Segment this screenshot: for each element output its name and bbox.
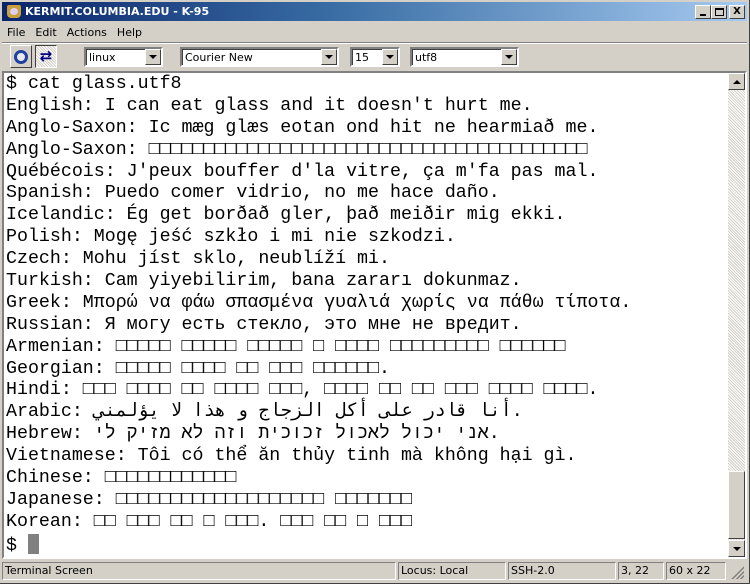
arrow-up-icon <box>732 79 741 84</box>
chevron-down-icon <box>505 55 513 59</box>
terminal-line: Spanish: Puedo comer vidrio, no me hace … <box>6 183 500 204</box>
font-size-select[interactable]: 15 <box>350 47 400 67</box>
connect-toggle-button[interactable]: ⇄ <box>35 45 57 68</box>
terminal-line: Japanese: □□□□□□□□□□□□□□□□□□□ □□□□□□□ <box>6 489 412 510</box>
terminal-line: Anglo-Saxon: □□□□□□□□□□□□□□□□□□□□□□□□□□□… <box>6 139 588 160</box>
font-select[interactable]: Courier New <box>180 47 339 67</box>
minimize-button[interactable] <box>695 4 711 19</box>
terminal-line: Czech: Mohu jíst sklo, neublíží mi. <box>6 249 390 270</box>
settings-button[interactable] <box>10 45 32 68</box>
resize-grip-icon[interactable] <box>730 565 744 579</box>
terminal-line: Chinese: □□□□□□□□□□□□ <box>6 468 237 489</box>
window-title: KERMIT.COLUMBIA.EDU - K-95 <box>25 5 210 18</box>
terminal-line: English: I can eat glass and it doesn't … <box>6 95 533 116</box>
charset-dropdown-button[interactable] <box>501 49 517 65</box>
status-cursor-position: 3, 22 <box>618 562 664 580</box>
chevron-down-icon <box>149 55 157 59</box>
font-dropdown-button[interactable] <box>321 49 337 65</box>
title-bar[interactable]: KERMIT.COLUMBIA.EDU - K-95 X <box>2 2 747 21</box>
crown-icon[interactable] <box>6 4 22 19</box>
maximize-icon <box>714 7 724 16</box>
terminal-line: Turkish: Cam yiyebilirim, bana zararı do… <box>6 271 522 292</box>
terminal-screen[interactable]: $ cat glass.utf8 English: I can eat glas… <box>4 73 728 557</box>
charset-select[interactable]: utf8 <box>410 47 519 67</box>
terminal-line: Arabic: أنا قادر على أكل الزجاج و هذا لا… <box>6 402 523 423</box>
app-window: KERMIT.COLUMBIA.EDU - K-95 X File Edit A… <box>0 0 750 584</box>
status-locus: Locus: Local <box>398 562 506 580</box>
window-controls: X <box>695 4 745 19</box>
terminal-line: Québécois: J'peux bouffer d'la vitre, ça… <box>6 161 599 182</box>
gear-icon <box>14 49 28 64</box>
terminal-line: Vietnamese: Tôi có thể ăn thủy tinh mà k… <box>6 446 577 467</box>
maximize-button[interactable] <box>711 4 727 19</box>
menu-separator <box>2 42 747 44</box>
font-value: Courier New <box>185 50 253 64</box>
terminal-line: Hebrew: אני יכול לאכול זכוכית וזה לא מזי… <box>6 424 500 445</box>
status-screen: Terminal Screen <box>2 562 396 580</box>
terminal-line: Greek: Μπορώ να φάω σπασμένα γυαλιά χωρί… <box>6 292 632 313</box>
scroll-down-button[interactable] <box>728 540 745 557</box>
terminal-line: Korean: □□ □□□ □□ □ □□□. □□□ □□ □ □□□ <box>6 511 412 532</box>
font-size-value: 15 <box>355 50 369 64</box>
terminal-line: Armenian: □□□□□ □□□□□ □□□□□ □ □□□□ □□□□□… <box>6 336 566 357</box>
terminal-line: Russian: Я могу есть стекло, это мне не … <box>6 314 522 335</box>
terminal-type-select[interactable]: linux <box>84 47 163 67</box>
terminal-type-dropdown-button[interactable] <box>145 49 161 65</box>
arrow-down-icon <box>732 546 741 551</box>
exchange-arrows-icon: ⇄ <box>39 47 53 65</box>
terminal-type-value: linux <box>89 50 116 64</box>
minimize-icon <box>700 13 706 16</box>
terminal-line: $ cat glass.utf8 <box>6 74 182 94</box>
status-protocol: SSH-2.0 <box>508 562 616 580</box>
vertical-scrollbar[interactable] <box>728 73 745 557</box>
text-cursor <box>27 533 39 554</box>
shell-prompt: $ <box>6 535 28 556</box>
terminal-line: Icelandic: Ég get borðað gler, það meiði… <box>6 205 566 226</box>
terminal-line: Anglo-Saxon: Ic mæg glæs eotan ond hit n… <box>6 117 599 138</box>
font-size-dropdown-button[interactable] <box>382 49 398 65</box>
close-icon: X <box>733 5 741 17</box>
toolbar: ⇄ linux Courier New 15 utf8 <box>0 45 748 69</box>
chevron-down-icon <box>325 55 333 59</box>
terminal-line: Polish: Mogę jeść szkło i mi nie szkodzi… <box>6 227 456 248</box>
menu-edit[interactable]: Edit <box>30 26 61 39</box>
prompt-line: $ <box>6 533 728 556</box>
scroll-up-button[interactable] <box>728 73 745 90</box>
scrollbar-thumb[interactable] <box>728 471 745 539</box>
menu-help[interactable]: Help <box>112 26 147 39</box>
chevron-down-icon <box>386 55 394 59</box>
menu-file[interactable]: File <box>2 26 30 39</box>
charset-value: utf8 <box>415 50 438 64</box>
menu-bar: File Edit Actions Help <box>2 23 147 41</box>
menu-actions[interactable]: Actions <box>62 26 112 39</box>
close-button[interactable]: X <box>729 4 745 19</box>
status-bar: Terminal Screen Locus: Local SSH-2.0 3, … <box>2 562 747 580</box>
terminal-line: Georgian: □□□□□ □□□□ □□ □□□ □□□□□□. <box>6 358 390 379</box>
terminal-line: Hindi: □□□ □□□□ □□ □□□□ □□□, □□□□ □□ □□ … <box>6 380 599 401</box>
status-dimensions: 60 x 22 <box>666 562 726 580</box>
terminal-frame: $ cat glass.utf8 English: I can eat glas… <box>2 71 747 559</box>
